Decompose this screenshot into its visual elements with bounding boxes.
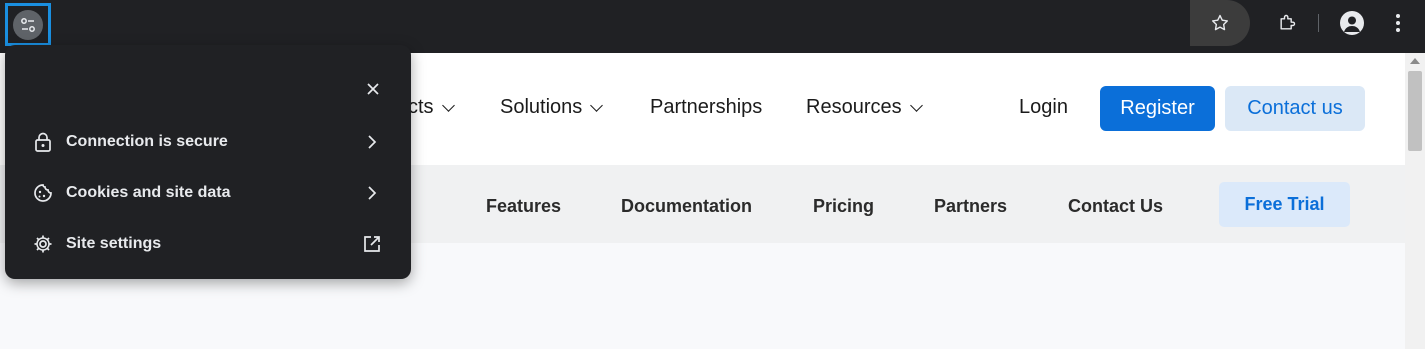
nav-solutions[interactable]: Solutions <box>500 96 604 119</box>
site-info-tune-icon <box>13 9 43 40</box>
nav-resources-label: Resources <box>806 96 902 118</box>
lock-icon <box>32 131 54 153</box>
star-icon[interactable] <box>1210 13 1230 33</box>
toolbar-divider <box>1318 14 1319 32</box>
gear-icon <box>32 233 54 255</box>
open-in-new-icon <box>361 233 383 255</box>
chevron-down-icon <box>441 98 455 112</box>
free-trial-button[interactable]: Free Trial <box>1219 182 1350 227</box>
nav-partnerships-label: Partnerships <box>650 96 763 118</box>
popup-row-label: Cookies and site data <box>66 184 231 201</box>
nav-products[interactable]: cts <box>408 96 455 119</box>
extensions-icon[interactable] <box>1272 0 1302 46</box>
chevron-right-icon <box>361 182 383 204</box>
popup-row-cookies[interactable]: Cookies and site data <box>5 170 411 216</box>
scroll-thumb[interactable] <box>1408 71 1422 151</box>
popup-row-label: Connection is secure <box>66 133 228 150</box>
profile-avatar-icon[interactable] <box>1338 0 1366 46</box>
subnav-documentation[interactable]: Documentation <box>621 196 752 217</box>
chevron-right-icon <box>361 131 383 153</box>
login-label: Login <box>1019 96 1068 118</box>
nav-partnerships[interactable]: Partnerships <box>650 96 762 119</box>
subnav-pricing[interactable]: Pricing <box>813 196 874 217</box>
site-info-popup: Connection is secure Cookies and site da… <box>5 45 411 279</box>
chevron-down-icon <box>590 98 604 112</box>
scroll-up-arrow-icon[interactable] <box>1410 58 1420 64</box>
subnav-contact-us[interactable]: Contact Us <box>1068 196 1163 217</box>
chevron-down-icon <box>909 98 923 112</box>
register-button[interactable]: Register <box>1100 86 1215 131</box>
subnav-features[interactable]: Features <box>486 196 561 217</box>
omnibox-end <box>1190 0 1250 46</box>
contact-us-button[interactable]: Contact us <box>1225 86 1365 131</box>
popup-row-site-settings[interactable]: Site settings <box>5 221 411 267</box>
login-link[interactable]: Login <box>1019 96 1068 119</box>
popup-row-connection[interactable]: Connection is secure <box>5 119 411 165</box>
nav-solutions-label: Solutions <box>500 96 583 118</box>
nav-products-label: cts <box>408 96 434 118</box>
page-scrollbar[interactable] <box>1405 53 1425 349</box>
close-icon[interactable] <box>362 78 384 100</box>
popup-row-label: Site settings <box>66 235 162 252</box>
more-menu-icon[interactable] <box>1386 0 1410 46</box>
site-info-button[interactable] <box>5 3 51 46</box>
subnav-partners[interactable]: Partners <box>934 196 1007 217</box>
nav-resources[interactable]: Resources <box>806 96 923 119</box>
cookie-icon <box>32 182 54 204</box>
